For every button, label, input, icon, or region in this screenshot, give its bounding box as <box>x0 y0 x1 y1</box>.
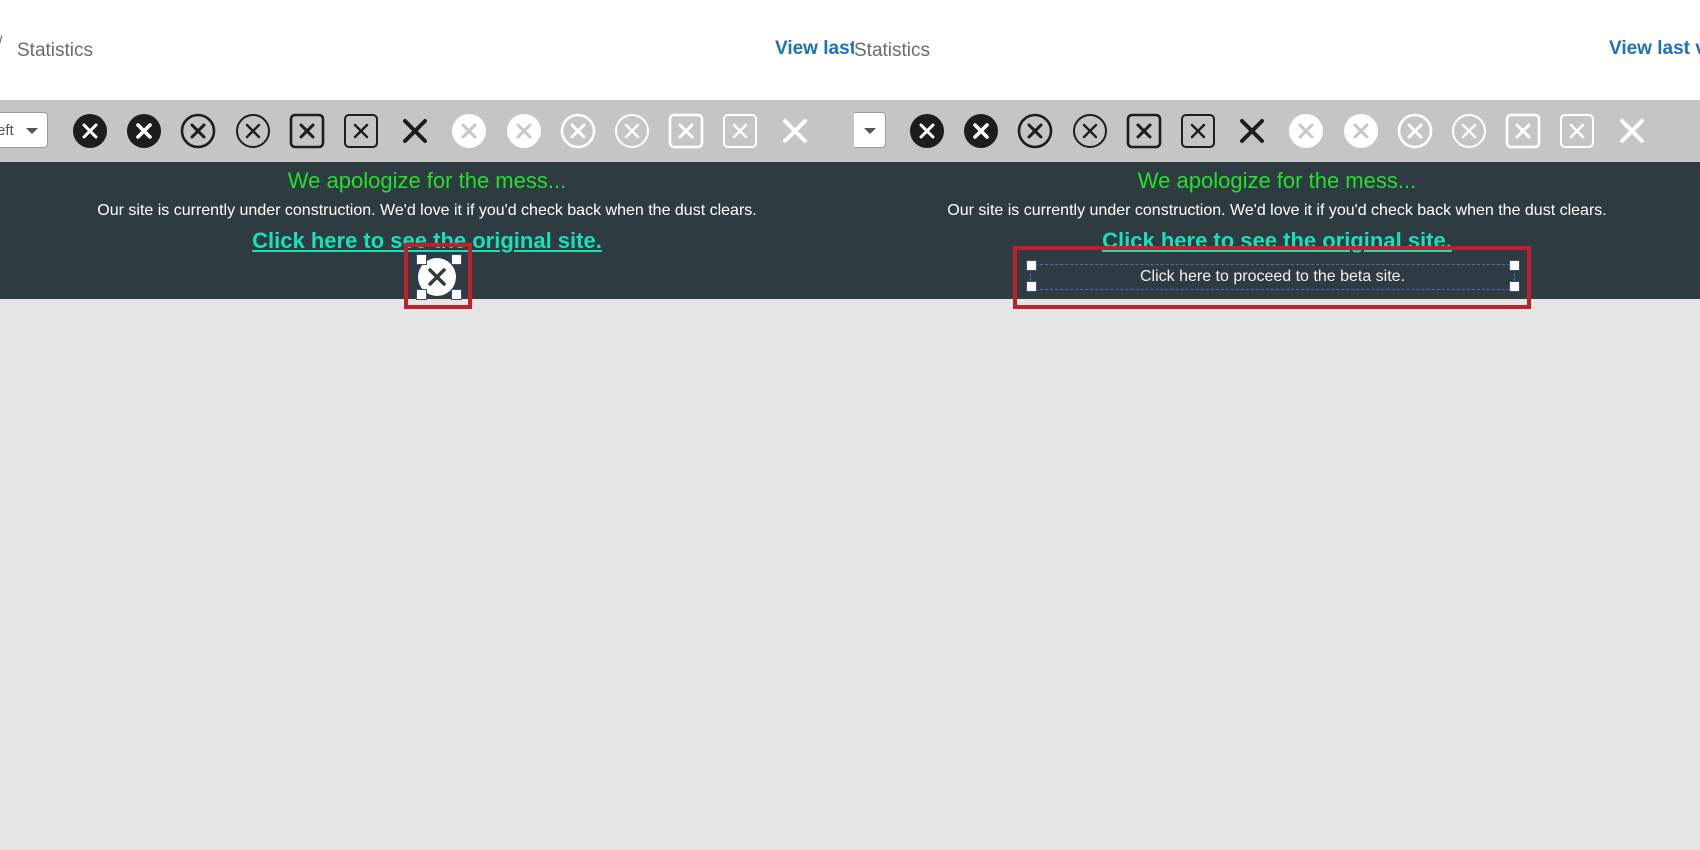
left-pane: / Statistics View last eft We apologize … <box>0 0 854 850</box>
page-header: / Statistics View last <box>0 0 854 100</box>
close-icon <box>180 113 216 149</box>
close-icon <box>1620 119 1644 143</box>
close-square-outline-dark-thin-icon[interactable] <box>1179 112 1217 150</box>
slash-mark: / <box>0 34 2 52</box>
close-icon <box>783 119 807 143</box>
close-square-outline-dark-icon[interactable] <box>288 112 326 150</box>
close-square-outline-white-thin-icon[interactable] <box>721 112 759 150</box>
close-icon <box>964 114 998 148</box>
close-icon <box>1560 114 1594 148</box>
close-x-white-icon[interactable] <box>776 112 814 150</box>
close-icon <box>1505 113 1541 149</box>
resize-handle-bottom-left[interactable] <box>1026 281 1037 292</box>
close-square-outline-dark-thin-icon[interactable] <box>342 112 380 150</box>
close-circle-outline-white-thin-icon[interactable] <box>1450 112 1488 150</box>
alignment-select[interactable] <box>854 112 886 148</box>
close-circle-outline-dark-thin-icon[interactable] <box>234 112 272 150</box>
close-circle-outline-dark-icon[interactable] <box>179 112 217 150</box>
construction-message: Our site is currently under construction… <box>97 202 757 219</box>
page-title: Statistics <box>854 40 931 61</box>
close-circle-filled-dark-icon[interactable] <box>71 112 109 150</box>
close-circle-filled-white-thin-icon[interactable] <box>1342 112 1380 150</box>
page-title: Statistics <box>17 40 94 61</box>
close-icon <box>73 114 107 148</box>
resize-handle-top-right[interactable] <box>451 254 462 265</box>
apology-heading: We apologize for the mess... <box>1137 168 1417 193</box>
close-icon <box>289 113 325 149</box>
close-icon <box>1344 114 1378 148</box>
close-icon <box>560 113 596 149</box>
close-circle-filled-dark-bold-icon[interactable] <box>962 112 1000 150</box>
chevron-down-icon <box>26 128 38 134</box>
close-icon <box>403 119 427 143</box>
close-circle-filled-dark-icon[interactable] <box>908 112 946 150</box>
close-icon <box>1240 119 1264 143</box>
close-icon <box>236 114 270 148</box>
close-x-dark-icon[interactable] <box>396 112 434 150</box>
apology-heading: We apologize for the mess... <box>287 168 567 193</box>
close-icon <box>1126 113 1162 149</box>
view-last-link[interactable]: View last v <box>1609 38 1700 60</box>
right-pane: Statistics View last v We apologize for … <box>854 0 1700 850</box>
close-circle-filled-white-thin-icon[interactable] <box>505 112 543 150</box>
close-icon <box>1073 114 1107 148</box>
close-icon <box>1181 114 1215 148</box>
close-icon <box>668 113 704 149</box>
close-icon <box>1017 113 1053 149</box>
close-icon <box>452 114 486 148</box>
resize-handle-top-right[interactable] <box>1509 260 1520 271</box>
close-circle-filled-dark-bold-icon[interactable] <box>125 112 163 150</box>
close-icon <box>507 114 541 148</box>
page-header: Statistics View last v <box>854 0 1700 100</box>
close-circle-outline-dark-icon[interactable] <box>1016 112 1054 150</box>
close-circle-outline-dark-thin-icon[interactable] <box>1071 112 1109 150</box>
close-square-outline-white-icon[interactable] <box>667 112 705 150</box>
close-icon <box>344 114 378 148</box>
close-icon <box>1452 114 1486 148</box>
chevron-down-icon <box>864 128 876 134</box>
view-last-link[interactable]: View last <box>775 38 854 60</box>
close-square-outline-white-thin-icon[interactable] <box>1558 112 1596 150</box>
close-square-outline-dark-icon[interactable] <box>1125 112 1163 150</box>
resize-handle-top-left[interactable] <box>1026 260 1037 271</box>
close-square-outline-white-icon[interactable] <box>1504 112 1542 150</box>
beta-site-link[interactable]: Click here to proceed to the beta site. <box>1030 264 1515 290</box>
close-circle-filled-white-icon[interactable] <box>1287 112 1325 150</box>
close-circle-outline-white-icon[interactable] <box>559 112 597 150</box>
resize-handle-bottom-right[interactable] <box>451 289 462 300</box>
close-icon <box>615 114 649 148</box>
close-icon <box>1397 113 1433 149</box>
close-circle-outline-white-icon[interactable] <box>1396 112 1434 150</box>
close-icon <box>1289 114 1323 148</box>
resize-handle-bottom-right[interactable] <box>1509 281 1520 292</box>
close-circle-outline-white-thin-icon[interactable] <box>613 112 651 150</box>
construction-message: Our site is currently under construction… <box>947 202 1607 219</box>
close-x-white-icon[interactable] <box>1613 112 1651 150</box>
close-icon <box>910 114 944 148</box>
resize-handle-bottom-left[interactable] <box>416 289 427 300</box>
close-icon <box>723 114 757 148</box>
alignment-select-value: eft <box>0 122 14 139</box>
close-icon <box>127 114 161 148</box>
resize-handle-top-left[interactable] <box>416 254 427 265</box>
alignment-select[interactable]: eft <box>0 112 48 148</box>
close-x-dark-icon[interactable] <box>1233 112 1271 150</box>
close-circle-filled-white-icon[interactable] <box>450 112 488 150</box>
